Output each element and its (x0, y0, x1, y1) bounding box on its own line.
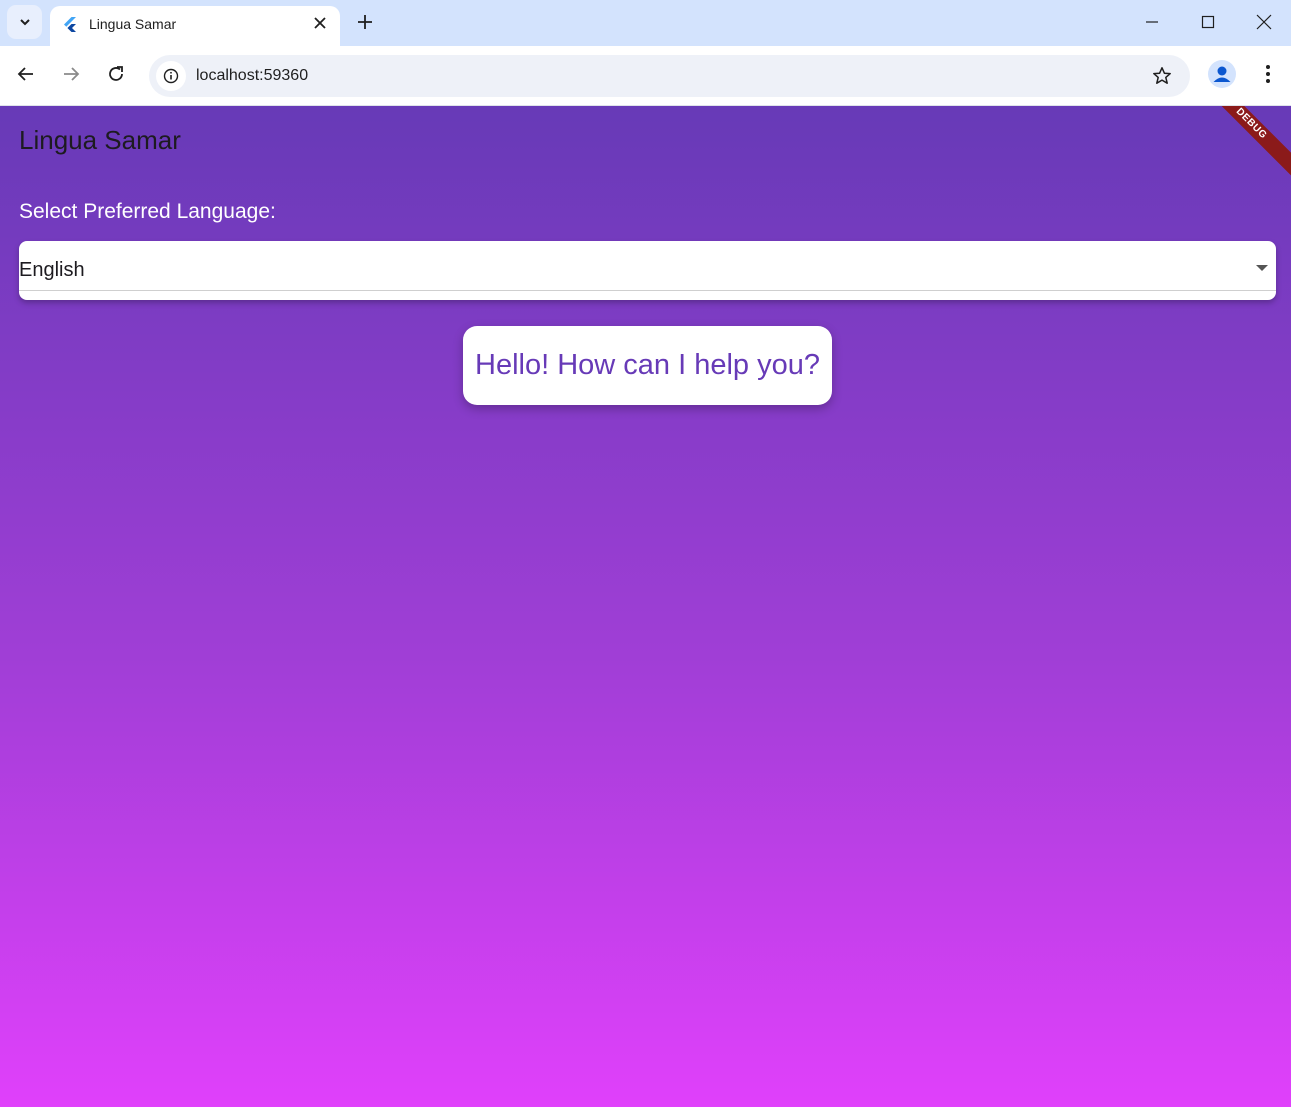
debug-banner: DEBUG (1188, 106, 1291, 187)
tab-close-button[interactable] (309, 12, 331, 34)
person-icon (1213, 66, 1231, 82)
address-bar[interactable]: localhost:59360 (149, 55, 1190, 97)
close-icon (314, 17, 326, 29)
site-info-button[interactable] (156, 61, 186, 91)
browser-tab-strip: Lingua Samar (0, 0, 1291, 46)
minimize-icon (1146, 21, 1158, 23)
language-dropdown[interactable]: English (19, 241, 1276, 300)
bookmark-button[interactable] (1150, 64, 1174, 88)
dropdown-underline (19, 290, 1276, 291)
greeting-text: Hello! How can I help you? (475, 349, 820, 381)
tab-title: Lingua Samar (89, 16, 177, 32)
maximize-icon (1201, 15, 1215, 29)
close-icon (1256, 14, 1272, 30)
browser-toolbar: localhost:59360 (0, 46, 1291, 106)
tab-search-button[interactable] (7, 5, 42, 39)
arrow-right-icon (64, 67, 80, 81)
back-button[interactable] (10, 58, 42, 90)
forward-button[interactable] (55, 58, 87, 90)
new-tab-button[interactable] (351, 8, 379, 36)
maximize-button[interactable] (1180, 0, 1236, 44)
browser-menu-button[interactable] (1254, 60, 1282, 88)
profile-button[interactable] (1208, 60, 1236, 88)
reload-button[interactable] (100, 58, 132, 90)
close-window-button[interactable] (1236, 0, 1291, 44)
url-text: localhost:59360 (196, 67, 309, 84)
star-icon (1153, 67, 1171, 84)
arrow-left-icon (17, 67, 33, 81)
dropdown-arrow-icon (1256, 265, 1268, 271)
flutter-logo-icon (64, 17, 76, 32)
greeting-bubble: Hello! How can I help you? (463, 326, 832, 405)
info-icon (163, 68, 179, 84)
browser-tab[interactable]: Lingua Samar (50, 6, 340, 46)
language-label: Select Preferred Language: (19, 200, 276, 223)
app-title: Lingua Samar (19, 125, 181, 155)
minimize-button[interactable] (1124, 0, 1180, 44)
selected-language: English (19, 259, 85, 281)
more-vert-icon (1266, 65, 1270, 83)
reload-icon (109, 66, 123, 81)
plus-icon (358, 15, 372, 29)
app-viewport: Lingua Samar DEBUG Select Preferred Lang… (0, 106, 1291, 1107)
chevron-down-icon (19, 19, 30, 26)
